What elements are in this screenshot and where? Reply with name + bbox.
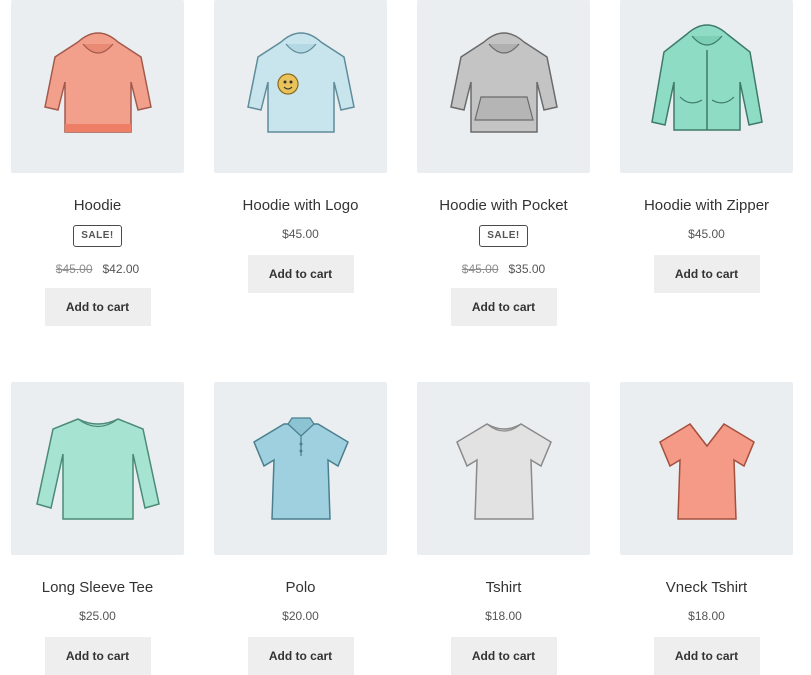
product-title[interactable]: Hoodie with Pocket [417,196,590,216]
product-image[interactable] [11,382,184,555]
add-to-cart-button[interactable]: Add to cart [247,637,354,675]
product-title[interactable]: Hoodie with Zipper [620,196,793,216]
product-image[interactable] [214,0,387,173]
hoodie-icon [43,31,152,133]
hoodie-zipper-icon [650,23,763,131]
product-image[interactable] [620,382,793,555]
original-price: $45.00 [461,262,499,276]
product-card: Polo $20.00 Add to cart [214,382,387,675]
product-card: Hoodie SALE! $45.00 $42.00 Add to cart [11,0,184,326]
product-image[interactable] [417,382,590,555]
product-grid: Hoodie SALE! $45.00 $42.00 Add to cart Ho… [0,0,811,675]
product-card: Hoodie with Pocket SALE! $45.00 $35.00 Ad… [417,0,590,326]
product-card: Long Sleeve Tee $25.00 Add to cart [11,382,184,675]
product-image[interactable] [214,382,387,555]
original-price: $45.00 [55,262,93,276]
product-title[interactable]: Long Sleeve Tee [11,578,184,598]
sale-badge: SALE! [479,225,528,247]
sale-price: $35.00 [508,262,546,276]
add-to-cart-button[interactable]: Add to cart [44,288,151,326]
product-price: $18.00 [485,609,522,623]
add-to-cart-button[interactable]: Add to cart [247,255,354,293]
add-to-cart-button[interactable]: Add to cart [653,637,760,675]
long-sleeve-tee-icon [35,417,160,520]
product-price: $45.00 $35.00 [417,261,590,277]
product-price: $20.00 [282,609,319,623]
product-title[interactable]: Hoodie with Logo [214,196,387,216]
product-title[interactable]: Hoodie [11,196,184,216]
vneck-tshirt-icon [658,422,755,520]
sale-price: $42.00 [102,262,140,276]
product-price: $25.00 [79,609,116,623]
add-to-cart-button[interactable]: Add to cart [450,288,557,326]
sale-badge: SALE! [73,225,122,247]
hoodie-logo-icon [246,31,355,133]
tshirt-icon [455,422,552,520]
product-title[interactable]: Polo [214,578,387,598]
polo-shirt-icon [252,416,349,520]
product-card: Vneck Tshirt $18.00 Add to cart [620,382,793,675]
product-title[interactable]: Tshirt [417,578,590,598]
add-to-cart-button[interactable]: Add to cart [450,637,557,675]
add-to-cart-button[interactable]: Add to cart [653,255,760,293]
product-price: $18.00 [688,609,725,623]
product-price: $45.00 [282,227,319,241]
product-card: Tshirt $18.00 Add to cart [417,382,590,675]
add-to-cart-button[interactable]: Add to cart [44,637,151,675]
product-image[interactable] [11,0,184,173]
hoodie-pocket-icon [449,31,558,133]
product-price: $45.00 [688,227,725,241]
product-price: $45.00 $42.00 [11,261,184,277]
product-image[interactable] [620,0,793,173]
product-card: Hoodie with Logo $45.00 Add to cart [214,0,387,293]
product-card: Hoodie with Zipper $45.00 Add to cart [620,0,793,293]
product-image[interactable] [417,0,590,173]
product-title[interactable]: Vneck Tshirt [620,578,793,598]
